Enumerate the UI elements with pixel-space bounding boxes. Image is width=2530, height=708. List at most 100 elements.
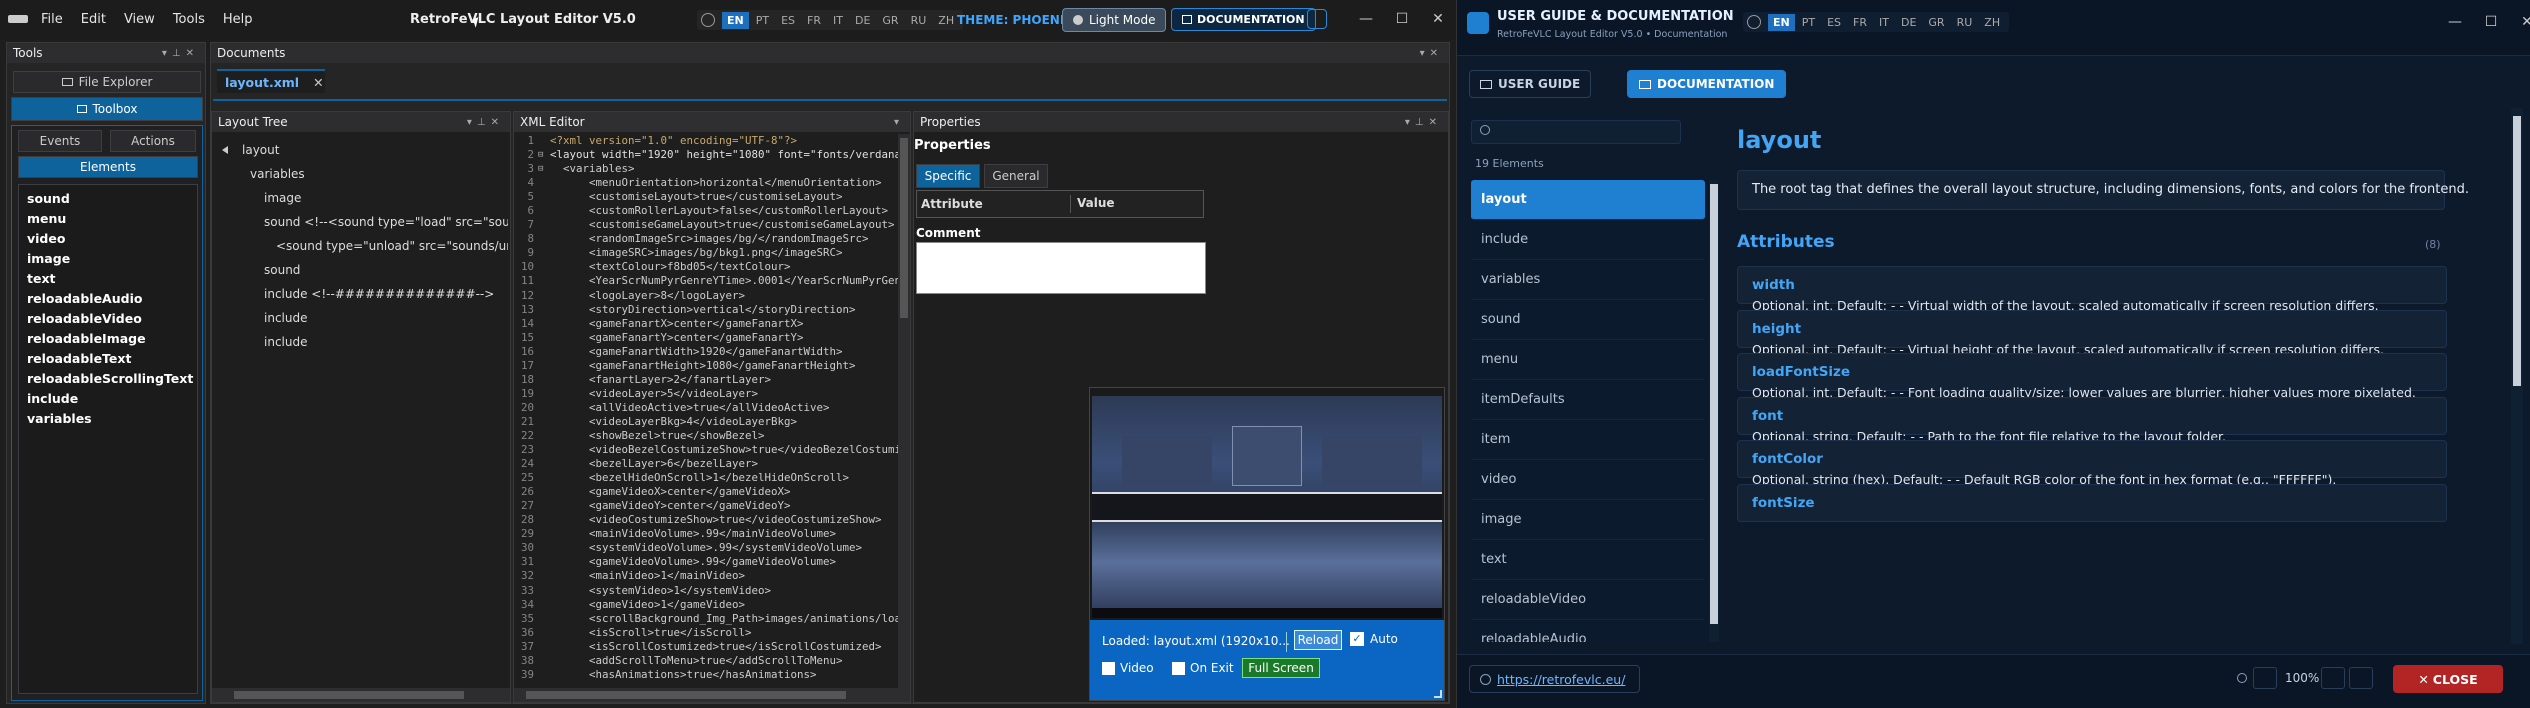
auto-checkbox[interactable]: ✓ [1350, 632, 1364, 646]
element-reloadable-image[interactable]: reloadableImage [19, 329, 197, 349]
doc-nav-item[interactable]: reloadableAudio [1471, 620, 1705, 642]
code-line[interactable]: <gameFanartX>center</gameFanartX> [550, 317, 898, 331]
code-line[interactable]: <videoBezelCostumizeShow>true</videoBeze… [550, 443, 898, 457]
code-line[interactable]: <textColour>f8bd05</textColour> [550, 260, 898, 274]
tree-node[interactable]: image [218, 186, 508, 210]
doc-lang-pt[interactable]: PT [1797, 14, 1820, 31]
layout-tree-controls-icon[interactable]: ▾⊥✕ [467, 117, 504, 128]
fold-icon[interactable]: ⊟ [538, 148, 543, 162]
close-doc-button[interactable]: ✕ CLOSE [2393, 665, 2503, 693]
code-line[interactable]: <imageSRC>images/bg/bkg1.png</imageSRC> [550, 246, 898, 260]
code-line[interactable]: <addScrollToMenu>true</addScrollToMenu> [550, 654, 898, 668]
doc-lang-it[interactable]: IT [1874, 14, 1894, 31]
code-line[interactable]: <scrollBackground_Img_Path>images/animat… [550, 612, 898, 626]
tree-node[interactable]: layout [218, 138, 508, 162]
tree-node[interactable]: sound <!--<sound type="load" src="sounds… [218, 210, 508, 234]
documents-menu-icon[interactable]: ▾✕ [1420, 48, 1443, 59]
element-include[interactable]: include [19, 389, 197, 409]
lang-it[interactable]: IT [828, 12, 848, 29]
code-line[interactable]: <customiseGameLayout>true</customiseGame… [550, 218, 898, 232]
element-image[interactable]: image [19, 249, 197, 269]
code-line[interactable]: <customiseLayout>true</customiseLayout> [550, 190, 898, 204]
code-line[interactable]: <variables> [550, 162, 898, 176]
panel-pin-icon[interactable]: ▾⊥✕ [162, 48, 199, 59]
lang-fr[interactable]: FR [802, 12, 826, 29]
code-line[interactable]: <isScrollCostumized>true</isScrollCostum… [550, 640, 898, 654]
code-vscrollbar[interactable] [898, 134, 910, 690]
code-line[interactable]: <storyDirection>vertical</storyDirection… [550, 303, 898, 317]
menu-file[interactable]: File [32, 12, 72, 27]
lang-es[interactable]: ES [776, 12, 800, 29]
element-menu[interactable]: menu [19, 209, 197, 229]
on-exit-checkbox[interactable] [1172, 662, 1185, 675]
element-variables[interactable]: variables [19, 409, 197, 429]
toolbox-button[interactable]: Toolbox [11, 97, 203, 121]
doc-lang-gr[interactable]: GR [1923, 14, 1949, 31]
doc-close-icon[interactable]: ✕ [2509, 14, 2530, 30]
doc-maximize-icon[interactable]: ☐ [2473, 14, 2509, 30]
code-line[interactable]: <gameVideo>1</gameVideo> [550, 598, 898, 612]
tree-node[interactable]: include <!--##############--> [218, 282, 508, 306]
documentation-button[interactable]: DOCUMENTATION [1171, 8, 1316, 31]
menu-help[interactable]: Help [214, 12, 262, 27]
tab-documentation[interactable]: DOCUMENTATION [1627, 70, 1787, 98]
doc-lang-en[interactable]: EN [1768, 13, 1795, 31]
menu-tools[interactable]: Tools [164, 12, 214, 27]
doc-nav-scrollbar[interactable] [1709, 180, 1719, 642]
lang-gr[interactable]: GR [877, 12, 903, 29]
code-line[interactable]: <videoCostumizeShow>true</videoCostumize… [550, 513, 898, 527]
tab-elements[interactable]: Elements [18, 156, 198, 178]
code-scroll-thumb[interactable] [900, 138, 908, 318]
light-mode-button[interactable]: Light Mode [1062, 8, 1167, 32]
code-line[interactable]: <gameFanartHeight>1080</gameFanartHeight… [550, 359, 898, 373]
tab-layout-xml[interactable]: layout.xml ✕ [217, 69, 325, 93]
code-line[interactable]: <gameVideoVolume>.99</gameVideoVolume> [550, 555, 898, 569]
doc-lang-de[interactable]: DE [1896, 14, 1921, 31]
code-hscrollbar[interactable] [514, 688, 910, 702]
doc-nav-item[interactable]: reloadableVideo [1471, 580, 1705, 620]
code-line[interactable]: <logoLayer>8</logoLayer> [550, 289, 898, 303]
theme-label[interactable]: THEME: PHOENIX [957, 13, 1074, 27]
code-line[interactable]: <YearScrNumPyrGenreYTime>.0001</YearScrN… [550, 274, 898, 288]
menu-edit[interactable]: Edit [72, 12, 115, 27]
code-line[interactable]: <randomImageSrc>images/bg/</randomImageS… [550, 232, 898, 246]
code-line[interactable]: <menuOrientation>horizontal</menuOrienta… [550, 176, 898, 190]
tree-node[interactable]: <sound type="unload" src="sounds/unload.… [218, 234, 508, 258]
code-line[interactable]: <gameFanartY>center</gameFanartY> [550, 331, 898, 345]
code-line[interactable]: <mainVideoVolume>.99</mainVideoVolume> [550, 527, 898, 541]
code-line[interactable]: <gameFanartWidth>1920</gameFanartWidth> [550, 345, 898, 359]
tab-specific[interactable]: Specific [916, 164, 980, 188]
doc-nav-item[interactable]: image [1471, 500, 1705, 540]
zoom-reset-button[interactable] [2349, 667, 2373, 689]
tree-node[interactable]: include [218, 330, 508, 354]
tab-actions[interactable]: Actions [110, 130, 196, 152]
code-line[interactable]: <videoLayer>5</videoLayer> [550, 387, 898, 401]
website-link[interactable]: https://retrofevlc.eu/ [1469, 665, 1641, 693]
tree-hscrollbar[interactable] [212, 688, 510, 702]
doc-lang-zh[interactable]: ZH [1979, 14, 2005, 31]
doc-lang-fr[interactable]: FR [1848, 14, 1872, 31]
code-line[interactable]: <bezelLayer>6</bezelLayer> [550, 457, 898, 471]
tree-node[interactable]: sound [218, 258, 508, 282]
element-reloadable-audio[interactable]: reloadableAudio [19, 289, 197, 309]
code-line[interactable]: <customRollerLayout>false</customRollerL… [550, 204, 898, 218]
code-line[interactable]: <showBezel>true</showBezel> [550, 429, 898, 443]
doc-nav-item[interactable]: layout [1471, 180, 1705, 220]
minimize-icon[interactable]: — [1348, 11, 1384, 27]
doc-nav-item[interactable]: text [1471, 540, 1705, 580]
close-icon[interactable]: ✕ [1420, 11, 1456, 27]
zoom-out-button[interactable] [2253, 667, 2277, 689]
element-reloadable-scrolling-text[interactable]: reloadableScrollingText [19, 369, 197, 389]
code-line[interactable]: <?xml version="1.0" encoding="UTF-8"?> [550, 134, 898, 148]
element-sound[interactable]: sound [19, 189, 197, 209]
doc-nav-item[interactable]: include [1471, 220, 1705, 260]
lang-en[interactable]: EN [722, 11, 749, 29]
tab-user-guide[interactable]: USER GUIDE [1469, 70, 1592, 98]
menu-view[interactable]: View [115, 12, 164, 27]
code-line[interactable]: <mainVideo>1</mainVideo> [550, 569, 898, 583]
code-line[interactable]: <gameVideoY>center</gameVideoY> [550, 499, 898, 513]
element-text[interactable]: text [19, 269, 197, 289]
tab-general[interactable]: General [984, 164, 1048, 188]
lang-de[interactable]: DE [850, 12, 875, 29]
lang-ru[interactable]: RU [906, 12, 932, 29]
